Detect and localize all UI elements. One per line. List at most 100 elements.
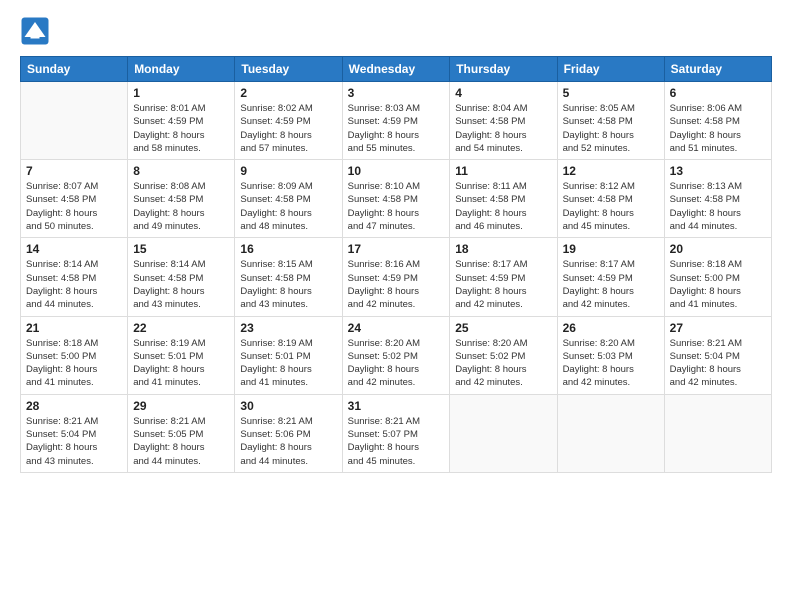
day-number: 4 — [455, 86, 551, 100]
day-info: Sunrise: 8:12 AM Sunset: 4:58 PM Dayligh… — [563, 180, 659, 233]
day-info: Sunrise: 8:19 AM Sunset: 5:01 PM Dayligh… — [240, 337, 336, 390]
day-info: Sunrise: 8:17 AM Sunset: 4:59 PM Dayligh… — [563, 258, 659, 311]
weekday-header: Thursday — [450, 57, 557, 82]
day-info: Sunrise: 8:15 AM Sunset: 4:58 PM Dayligh… — [240, 258, 336, 311]
calendar-cell — [557, 394, 664, 472]
day-info: Sunrise: 8:02 AM Sunset: 4:59 PM Dayligh… — [240, 102, 336, 155]
calendar-cell: 25 Sunrise: 8:20 AM Sunset: 5:02 PM Dayli… — [450, 316, 557, 394]
day-info: Sunrise: 8:03 AM Sunset: 4:59 PM Dayligh… — [348, 102, 445, 155]
day-number: 2 — [240, 86, 336, 100]
calendar-cell: 11 Sunrise: 8:11 AM Sunset: 4:58 PM Dayli… — [450, 160, 557, 238]
day-number: 9 — [240, 164, 336, 178]
header — [20, 16, 772, 46]
day-info: Sunrise: 8:16 AM Sunset: 4:59 PM Dayligh… — [348, 258, 445, 311]
calendar-cell — [450, 394, 557, 472]
calendar-cell: 1Sunrise: 8:01 AM Sunset: 4:59 PM Daylig… — [128, 82, 235, 160]
day-number: 20 — [670, 242, 766, 256]
day-info: Sunrise: 8:05 AM Sunset: 4:58 PM Dayligh… — [563, 102, 659, 155]
day-number: 22 — [133, 321, 229, 335]
calendar-cell: 21 Sunrise: 8:18 AM Sunset: 5:00 PM Dayli… — [21, 316, 128, 394]
calendar-cell: 29 Sunrise: 8:21 AM Sunset: 5:05 PM Dayli… — [128, 394, 235, 472]
calendar-cell: 18 Sunrise: 8:17 AM Sunset: 4:59 PM Dayli… — [450, 238, 557, 316]
day-number: 28 — [26, 399, 122, 413]
day-number: 25 — [455, 321, 551, 335]
day-number: 1 — [133, 86, 229, 100]
day-info: Sunrise: 8:08 AM Sunset: 4:58 PM Dayligh… — [133, 180, 229, 233]
page-container: SundayMondayTuesdayWednesdayThursdayFrid… — [0, 0, 792, 483]
day-number: 18 — [455, 242, 551, 256]
day-info: Sunrise: 8:17 AM Sunset: 4:59 PM Dayligh… — [455, 258, 551, 311]
logo-icon — [20, 16, 50, 46]
day-info: Sunrise: 8:14 AM Sunset: 4:58 PM Dayligh… — [26, 258, 122, 311]
weekday-header: Saturday — [664, 57, 771, 82]
day-info: Sunrise: 8:18 AM Sunset: 5:00 PM Dayligh… — [26, 337, 122, 390]
calendar-cell — [21, 82, 128, 160]
day-number: 30 — [240, 399, 336, 413]
calendar-cell: 17 Sunrise: 8:16 AM Sunset: 4:59 PM Dayli… — [342, 238, 450, 316]
calendar-cell: 14 Sunrise: 8:14 AM Sunset: 4:58 PM Dayli… — [21, 238, 128, 316]
calendar-cell: 4 Sunrise: 8:04 AM Sunset: 4:58 PM Daylig… — [450, 82, 557, 160]
day-info: Sunrise: 8:06 AM Sunset: 4:58 PM Dayligh… — [670, 102, 766, 155]
day-number: 12 — [563, 164, 659, 178]
calendar-cell: 12 Sunrise: 8:12 AM Sunset: 4:58 PM Dayli… — [557, 160, 664, 238]
day-info: Sunrise: 8:04 AM Sunset: 4:58 PM Dayligh… — [455, 102, 551, 155]
day-info: Sunrise: 8:19 AM Sunset: 5:01 PM Dayligh… — [133, 337, 229, 390]
calendar-cell: 7Sunrise: 8:07 AM Sunset: 4:58 PM Daylig… — [21, 160, 128, 238]
day-info: Sunrise: 8:21 AM Sunset: 5:07 PM Dayligh… — [348, 415, 445, 468]
day-info: Sunrise: 8:20 AM Sunset: 5:02 PM Dayligh… — [455, 337, 551, 390]
day-info: Sunrise: 8:21 AM Sunset: 5:06 PM Dayligh… — [240, 415, 336, 468]
calendar-cell: 27Sunrise: 8:21 AM Sunset: 5:04 PM Dayli… — [664, 316, 771, 394]
calendar-cell: 31 Sunrise: 8:21 AM Sunset: 5:07 PM Dayli… — [342, 394, 450, 472]
day-info: Sunrise: 8:21 AM Sunset: 5:05 PM Dayligh… — [133, 415, 229, 468]
day-info: Sunrise: 8:20 AM Sunset: 5:03 PM Dayligh… — [563, 337, 659, 390]
calendar-cell: 19Sunrise: 8:17 AM Sunset: 4:59 PM Dayli… — [557, 238, 664, 316]
day-number: 26 — [563, 321, 659, 335]
day-info: Sunrise: 8:11 AM Sunset: 4:58 PM Dayligh… — [455, 180, 551, 233]
calendar-cell: 6 Sunrise: 8:06 AM Sunset: 4:58 PM Daylig… — [664, 82, 771, 160]
calendar-cell: 26 Sunrise: 8:20 AM Sunset: 5:03 PM Dayli… — [557, 316, 664, 394]
day-number: 27 — [670, 321, 766, 335]
weekday-header: Friday — [557, 57, 664, 82]
day-number: 10 — [348, 164, 445, 178]
day-number: 13 — [670, 164, 766, 178]
day-info: Sunrise: 8:21 AM Sunset: 5:04 PM Dayligh… — [26, 415, 122, 468]
day-number: 7 — [26, 164, 122, 178]
day-info: Sunrise: 8:18 AM Sunset: 5:00 PM Dayligh… — [670, 258, 766, 311]
logo — [20, 16, 52, 46]
day-number: 21 — [26, 321, 122, 335]
day-number: 17 — [348, 242, 445, 256]
weekday-header: Monday — [128, 57, 235, 82]
calendar: SundayMondayTuesdayWednesdayThursdayFrid… — [20, 56, 772, 473]
day-number: 14 — [26, 242, 122, 256]
day-number: 6 — [670, 86, 766, 100]
day-number: 5 — [563, 86, 659, 100]
calendar-cell: 10 Sunrise: 8:10 AM Sunset: 4:58 PM Dayli… — [342, 160, 450, 238]
day-number: 23 — [240, 321, 336, 335]
day-number: 29 — [133, 399, 229, 413]
day-info: Sunrise: 8:14 AM Sunset: 4:58 PM Dayligh… — [133, 258, 229, 311]
day-number: 31 — [348, 399, 445, 413]
day-number: 24 — [348, 321, 445, 335]
calendar-cell: 13 Sunrise: 8:13 AM Sunset: 4:58 PM Dayli… — [664, 160, 771, 238]
calendar-cell — [664, 394, 771, 472]
calendar-cell: 5 Sunrise: 8:05 AM Sunset: 4:58 PM Daylig… — [557, 82, 664, 160]
calendar-cell: 8 Sunrise: 8:08 AM Sunset: 4:58 PM Daylig… — [128, 160, 235, 238]
calendar-cell: 9 Sunrise: 8:09 AM Sunset: 4:58 PM Daylig… — [235, 160, 342, 238]
day-info: Sunrise: 8:13 AM Sunset: 4:58 PM Dayligh… — [670, 180, 766, 233]
day-number: 8 — [133, 164, 229, 178]
calendar-cell: 15 Sunrise: 8:14 AM Sunset: 4:58 PM Dayli… — [128, 238, 235, 316]
calendar-cell: 22 Sunrise: 8:19 AM Sunset: 5:01 PM Dayli… — [128, 316, 235, 394]
day-info: Sunrise: 8:09 AM Sunset: 4:58 PM Dayligh… — [240, 180, 336, 233]
calendar-cell: 16Sunrise: 8:15 AM Sunset: 4:58 PM Dayli… — [235, 238, 342, 316]
calendar-cell: 3 Sunrise: 8:03 AM Sunset: 4:59 PM Daylig… — [342, 82, 450, 160]
calendar-cell: 30 Sunrise: 8:21 AM Sunset: 5:06 PM Dayli… — [235, 394, 342, 472]
day-number: 15 — [133, 242, 229, 256]
calendar-cell: 20 Sunrise: 8:18 AM Sunset: 5:00 PM Dayli… — [664, 238, 771, 316]
calendar-cell: 23 Sunrise: 8:19 AM Sunset: 5:01 PM Dayli… — [235, 316, 342, 394]
day-info: Sunrise: 8:10 AM Sunset: 4:58 PM Dayligh… — [348, 180, 445, 233]
day-number: 11 — [455, 164, 551, 178]
calendar-cell: 2 Sunrise: 8:02 AM Sunset: 4:59 PM Daylig… — [235, 82, 342, 160]
day-info: Sunrise: 8:20 AM Sunset: 5:02 PM Dayligh… — [348, 337, 445, 390]
day-number: 3 — [348, 86, 445, 100]
weekday-header: Sunday — [21, 57, 128, 82]
